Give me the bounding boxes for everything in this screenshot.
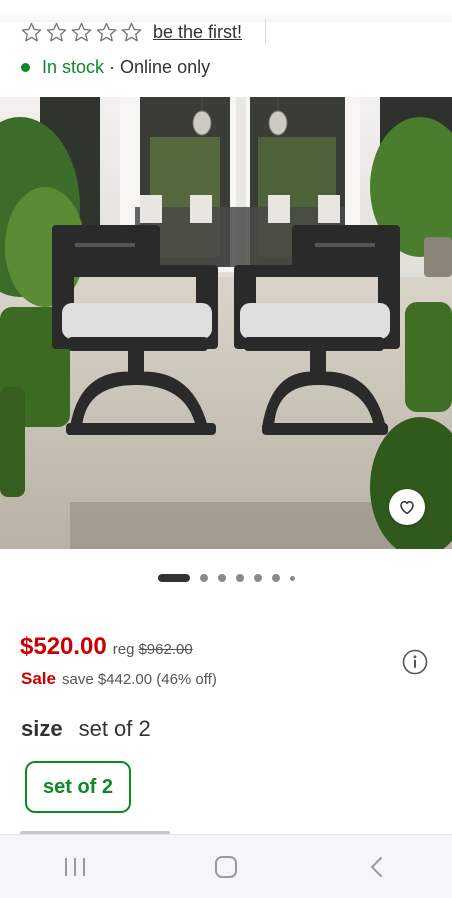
back-button[interactable]	[347, 847, 407, 887]
rating-row: be the first!	[20, 20, 242, 44]
divider	[265, 18, 266, 44]
star-empty-icon	[46, 22, 67, 41]
product-photo	[0, 97, 452, 549]
size-option-set-of-2[interactable]: set of 2	[25, 761, 131, 813]
back-icon	[370, 856, 382, 877]
current-price: $520.00	[20, 633, 107, 660]
stock-separator: ·	[109, 57, 116, 77]
heart-icon	[400, 501, 414, 515]
star-empty-icon	[21, 22, 42, 41]
system-navigation-bar	[0, 834, 452, 898]
carousel-dot[interactable]	[289, 575, 295, 581]
recent-apps-icon	[65, 857, 86, 876]
carousel-dot-active[interactable]	[157, 574, 190, 582]
info-icon[interactable]	[402, 649, 428, 675]
carousel-indicators	[0, 574, 452, 582]
savings-text: save $442.00 (46% off)	[61, 671, 217, 688]
stock-status: In stock	[42, 57, 105, 77]
carousel-dot[interactable]	[199, 574, 208, 582]
in-stock-dot-icon	[21, 63, 30, 72]
size-label: size	[21, 716, 63, 741]
regular-price-label: reg	[112, 641, 135, 658]
rating-stars	[20, 21, 143, 44]
write-review-link[interactable]: be the first!	[153, 22, 242, 43]
carousel-dot[interactable]	[235, 574, 244, 582]
sale-row: Sale save $442.00 (46% off)	[21, 669, 217, 689]
favorite-button[interactable]	[389, 489, 425, 525]
regular-price: $962.00	[138, 641, 193, 658]
size-row: size set of 2	[21, 716, 151, 742]
star-empty-icon	[96, 22, 117, 41]
carousel-dot[interactable]	[253, 574, 262, 582]
star-empty-icon	[121, 22, 142, 41]
size-selected-value: set of 2	[78, 716, 151, 741]
star-empty-icon	[71, 22, 92, 41]
home-button[interactable]	[196, 847, 256, 887]
top-bar-shadow	[0, 0, 452, 22]
sale-label: Sale	[21, 669, 56, 688]
fulfillment-channel: Online only	[120, 57, 211, 77]
carousel-dot[interactable]	[271, 574, 280, 582]
carousel-dot[interactable]	[217, 574, 226, 582]
availability-row: In stock · Online only	[21, 57, 210, 78]
price-row: $520.00 reg $962.00	[20, 633, 193, 661]
recent-apps-button[interactable]	[45, 847, 105, 887]
home-icon	[214, 855, 237, 878]
product-image[interactable]	[0, 97, 452, 549]
